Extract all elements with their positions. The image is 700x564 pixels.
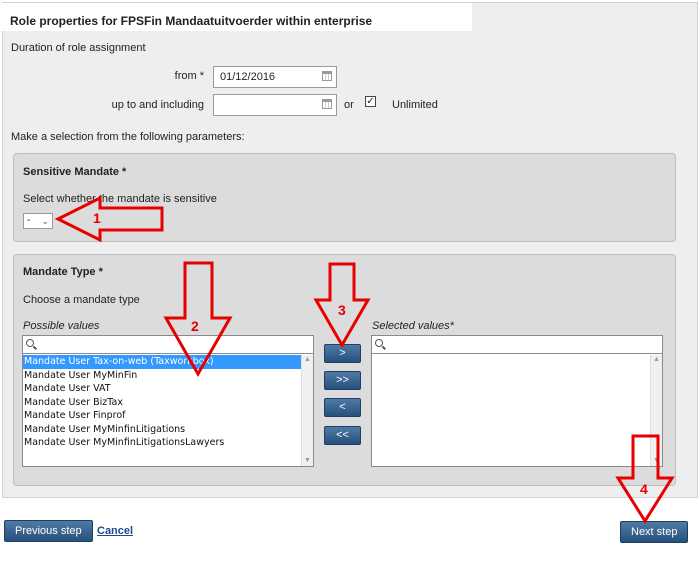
duration-label: Duration of role assignment	[11, 42, 146, 54]
from-date-value: 01/12/2016	[220, 71, 276, 83]
chevron-down-icon: ⌄	[41, 216, 49, 226]
selected-values-list[interactable]: ▲ ▼	[371, 335, 663, 467]
sensitive-selected-value: -	[27, 215, 31, 226]
sensitive-mandate-description: Select whether the mandate is sensitive	[23, 193, 217, 205]
mandate-type-title: Mandate Type *	[23, 266, 103, 278]
sensitive-mandate-select[interactable]: - ⌄	[23, 213, 53, 229]
mandate-type-description: Choose a mandate type	[23, 294, 140, 306]
possible-values-list[interactable]: Mandate User Tax-on-web (Taxworkbox) Man…	[22, 335, 314, 467]
possible-values-search[interactable]	[23, 336, 313, 354]
calendar-icon[interactable]	[322, 71, 332, 81]
remove-button[interactable]: <	[324, 398, 361, 417]
scroll-up-icon[interactable]: ▲	[302, 355, 313, 365]
until-date-field[interactable]	[213, 94, 337, 116]
possible-values-items: Mandate User Tax-on-web (Taxworkbox) Man…	[23, 355, 301, 466]
annotation-number-1: 1	[93, 210, 101, 226]
from-date-field[interactable]: 01/12/2016	[213, 66, 337, 88]
list-item[interactable]: Mandate User MyMinfinLitigationsLawyers	[23, 436, 301, 450]
add-button[interactable]: >	[324, 344, 361, 363]
annotation-number-2: 2	[191, 318, 199, 334]
calendar-icon[interactable]	[322, 99, 332, 109]
cancel-link[interactable]: Cancel	[97, 525, 133, 537]
possible-values-label: Possible values	[23, 320, 100, 332]
search-icon	[375, 339, 383, 347]
next-step-button[interactable]: Next step	[620, 521, 689, 543]
scrollbar[interactable]: ▲ ▼	[301, 355, 313, 466]
scrollbar[interactable]: ▲ ▼	[650, 355, 662, 466]
parameters-label: Make a selection from the following para…	[11, 131, 245, 143]
list-item[interactable]: Mandate User Finprof	[23, 409, 301, 423]
scroll-down-icon[interactable]: ▼	[651, 456, 662, 466]
selected-values-search[interactable]	[372, 336, 662, 354]
annotation-number-4: 4	[640, 481, 648, 497]
sensitive-mandate-title: Sensitive Mandate *	[23, 166, 127, 178]
scroll-up-icon[interactable]: ▲	[651, 355, 662, 365]
unlimited-label: Unlimited	[392, 99, 438, 111]
from-label: from *	[174, 70, 204, 82]
annotation-number-3: 3	[338, 302, 346, 318]
page-title: Role properties for FPSFin Mandaatuitvoe…	[10, 14, 373, 28]
list-item[interactable]: Mandate User BizTax	[23, 396, 301, 410]
list-item[interactable]: Mandate User MyMinfinLitigations	[23, 423, 301, 437]
or-label: or	[344, 99, 354, 111]
unlimited-checkbox[interactable]: ✓	[365, 96, 376, 107]
search-icon	[26, 339, 34, 347]
add-all-button[interactable]: >>	[324, 371, 361, 390]
list-item[interactable]: Mandate User Tax-on-web (Taxworkbox)	[23, 355, 301, 369]
remove-all-button[interactable]: <<	[324, 426, 361, 445]
selected-values-label: Selected values*	[372, 320, 454, 332]
until-label: up to and including	[111, 99, 204, 111]
list-item[interactable]: Mandate User VAT	[23, 382, 301, 396]
previous-step-button[interactable]: Previous step	[4, 520, 93, 542]
scroll-down-icon[interactable]: ▼	[302, 456, 313, 466]
list-item[interactable]: Mandate User MyMinFin	[23, 369, 301, 383]
